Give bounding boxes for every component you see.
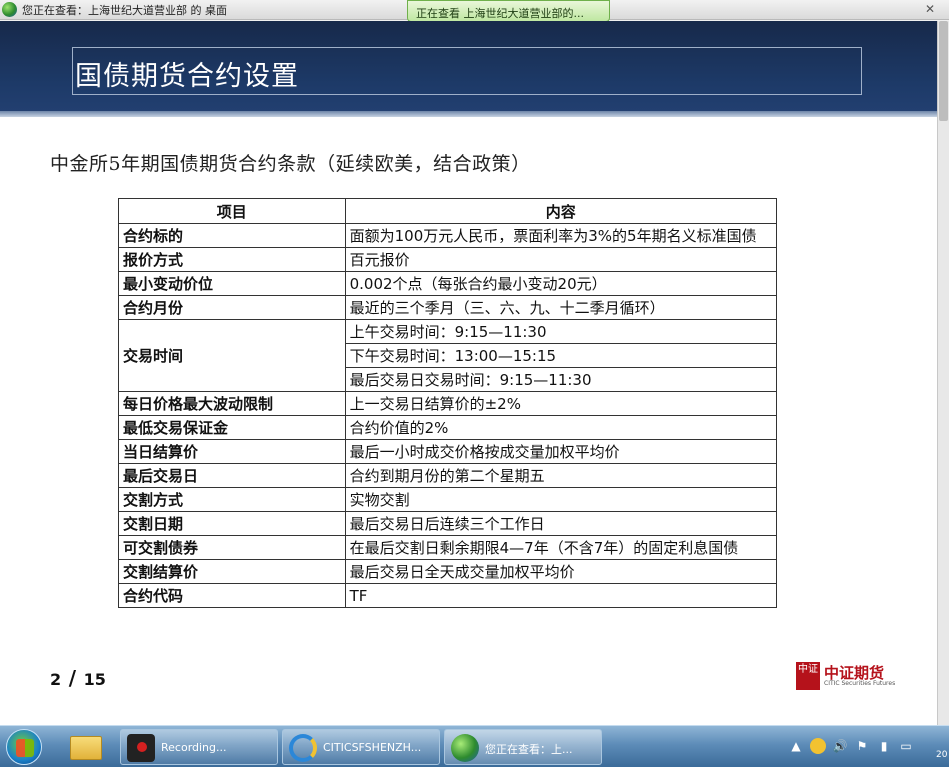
row-key: 当日结算价 (118, 439, 346, 464)
row-value: 合约到期月份的第二个星期五 (344, 463, 778, 488)
globe-icon (2, 2, 17, 17)
table-row: 合约月份 最近的三个季月（三、六、九、十二季月循环） (118, 295, 778, 320)
row-key: 合约月份 (118, 295, 346, 320)
system-tray: ▲ 🔊 ⚑ ▮ ▭ 20 (788, 736, 949, 760)
row-value: 最后一小时成交价格按成交量加权平均价 (344, 439, 778, 464)
slide-title-box: 国债期货合约设置 (72, 47, 862, 95)
row-value: 在最后交割日剩余期限4—7年（不含7年）的固定利息国债 (344, 535, 778, 560)
row-key: 交割方式 (118, 487, 346, 512)
table-row: 合约代码 TF (118, 583, 778, 608)
scrollbar-thumb[interactable] (939, 21, 948, 121)
row-value: 实物交割 (344, 487, 778, 512)
clock-text[interactable]: 20 (936, 750, 947, 760)
viewer-window-title: 您正在查看：上海世纪大道营业部 的 桌面 (22, 4, 227, 17)
close-icon[interactable]: ✕ (923, 2, 937, 16)
row-value: 上一交易日结算价的±2% (344, 391, 778, 416)
slide-subtitle: 中金所5年期国债期货合约条款（延续欧美，结合政策） (50, 153, 531, 175)
table-row: 每日价格最大波动限制 上一交易日结算价的±2% (118, 391, 778, 416)
table-row: 合约标的 面额为100万元人民币，票面利率为3%的5年期名义标准国债 (118, 223, 778, 248)
row-value: 下午交易时间：13:00—15:15 (344, 343, 778, 368)
row-key: 交割结算价 (118, 559, 346, 584)
taskbar-item-label: 您正在查看：上... (485, 743, 573, 756)
taskbar-item-label: Recording... (161, 741, 227, 754)
slide-title: 国债期货合约设置 (75, 61, 299, 92)
contract-terms-table: 项目 内容 合约标的 面额为100万元人民币，票面利率为3%的5年期名义标准国债… (118, 198, 778, 608)
row-key: 最低交易保证金 (118, 415, 346, 440)
table-row: 最小变动价位 0.002个点（每张合约最小变动20元） (118, 271, 778, 296)
row-value: 最近的三个季月（三、六、九、十二季月循环） (344, 295, 778, 320)
row-value: 最后交易日后连续三个工作日 (344, 511, 778, 536)
clock-app-icon[interactable] (810, 738, 826, 754)
table-row: 最低交易保证金 合约价值的2% (118, 415, 778, 440)
taskbar-item-label: CITICSFSHENZH... (323, 741, 422, 754)
table-row: 最后交易日 合约到期月份的第二个星期五 (118, 463, 778, 488)
row-key: 可交割债券 (118, 535, 346, 560)
show-hidden-icons-icon[interactable]: ▲ (788, 738, 804, 754)
row-key: 每日价格最大波动限制 (118, 391, 346, 416)
row-key: 报价方式 (118, 247, 346, 272)
row-value: 最后交易日交易时间：9:15—11:30 (344, 367, 778, 392)
network-icon[interactable]: ▭ (898, 738, 914, 754)
row-key: 交易时间 (118, 319, 346, 392)
row-key: 最小变动价位 (118, 271, 346, 296)
table-row: 当日结算价 最后一小时成交价格按成交量加权平均价 (118, 439, 778, 464)
column-header-content: 内容 (344, 198, 778, 224)
table-row: 交割结算价 最后交易日全天成交量加权平均价 (118, 559, 778, 584)
volume-icon[interactable]: 🔊 (832, 738, 848, 754)
column-header-item: 项目 (118, 198, 346, 224)
ie-icon (289, 734, 317, 762)
row-value: TF (344, 583, 778, 608)
windows-taskbar: Recording... CITICSFSHENZH... 您正在查看：上...… (0, 725, 949, 767)
logo-subtitle: CITIC Securities Futures (824, 680, 896, 687)
slide-header-band: 国债期货合约设置 (0, 21, 937, 111)
row-key: 合约代码 (118, 583, 346, 608)
taskbar-item-remote-viewer[interactable]: 您正在查看：上... (444, 729, 602, 765)
start-button[interactable] (6, 729, 42, 765)
remote-viewer-icon (451, 734, 479, 762)
page-total: 15 (83, 670, 106, 689)
table-header-row: 项目 内容 (118, 198, 778, 224)
row-key: 交割日期 (118, 511, 346, 536)
table-row: 可交割债券 在最后交割日剩余期限4—7年（不含7年）的固定利息国债 (118, 535, 778, 560)
presentation-slide: 国债期货合约设置 中金所5年期国债期货合约条款（延续欧美，结合政策） 项目 内容… (0, 21, 937, 725)
row-value: 上午交易时间：9:15—11:30 (344, 319, 778, 344)
header-divider (0, 111, 937, 117)
windows-logo-icon (16, 739, 34, 757)
row-value: 0.002个点（每张合约最小变动20元） (344, 271, 778, 296)
company-logo: 中证 中证期货 CITIC Securities Futures (796, 662, 895, 692)
remote-desktop-screen: 您正在查看：上海世纪大道营业部 的 桌面 正在查看 上海世纪大道营业部的... … (0, 0, 949, 767)
taskbar-item-browser[interactable]: CITICSFSHENZH... (282, 729, 440, 765)
logo-mark: 中证 (796, 662, 820, 690)
viewer-session-tab[interactable]: 正在查看 上海世纪大道营业部的... (407, 0, 610, 22)
table-row: 报价方式 百元报价 (118, 247, 778, 272)
page-current: 2 (50, 670, 62, 689)
folder-icon (70, 736, 102, 760)
device-icon[interactable]: ▮ (876, 738, 892, 754)
row-key: 合约标的 (118, 223, 346, 248)
row-key: 最后交易日 (118, 463, 346, 488)
row-value: 合约价值的2% (344, 415, 778, 440)
action-center-flag-icon[interactable]: ⚑ (854, 738, 870, 754)
row-value: 最后交易日全天成交量加权平均价 (344, 559, 778, 584)
vertical-scrollbar[interactable] (937, 21, 949, 725)
explorer-button[interactable] (66, 730, 106, 764)
recorder-icon (127, 734, 155, 762)
table-row: 交割日期 最后交易日后连续三个工作日 (118, 511, 778, 536)
table-row: 交易时间 上午交易时间：9:15—11:30 (118, 319, 778, 392)
page-separator: / (68, 666, 77, 690)
taskbar-item-recording[interactable]: Recording... (120, 729, 278, 765)
row-value: 面额为100万元人民币，票面利率为3%的5年期名义标准国债 (344, 223, 778, 248)
slide-page-number: 2 / 15 (50, 666, 106, 690)
row-value: 百元报价 (344, 247, 778, 272)
viewer-title-bar: 您正在查看：上海世纪大道营业部 的 桌面 正在查看 上海世纪大道营业部的... … (0, 0, 949, 22)
table-row: 交割方式 实物交割 (118, 487, 778, 512)
